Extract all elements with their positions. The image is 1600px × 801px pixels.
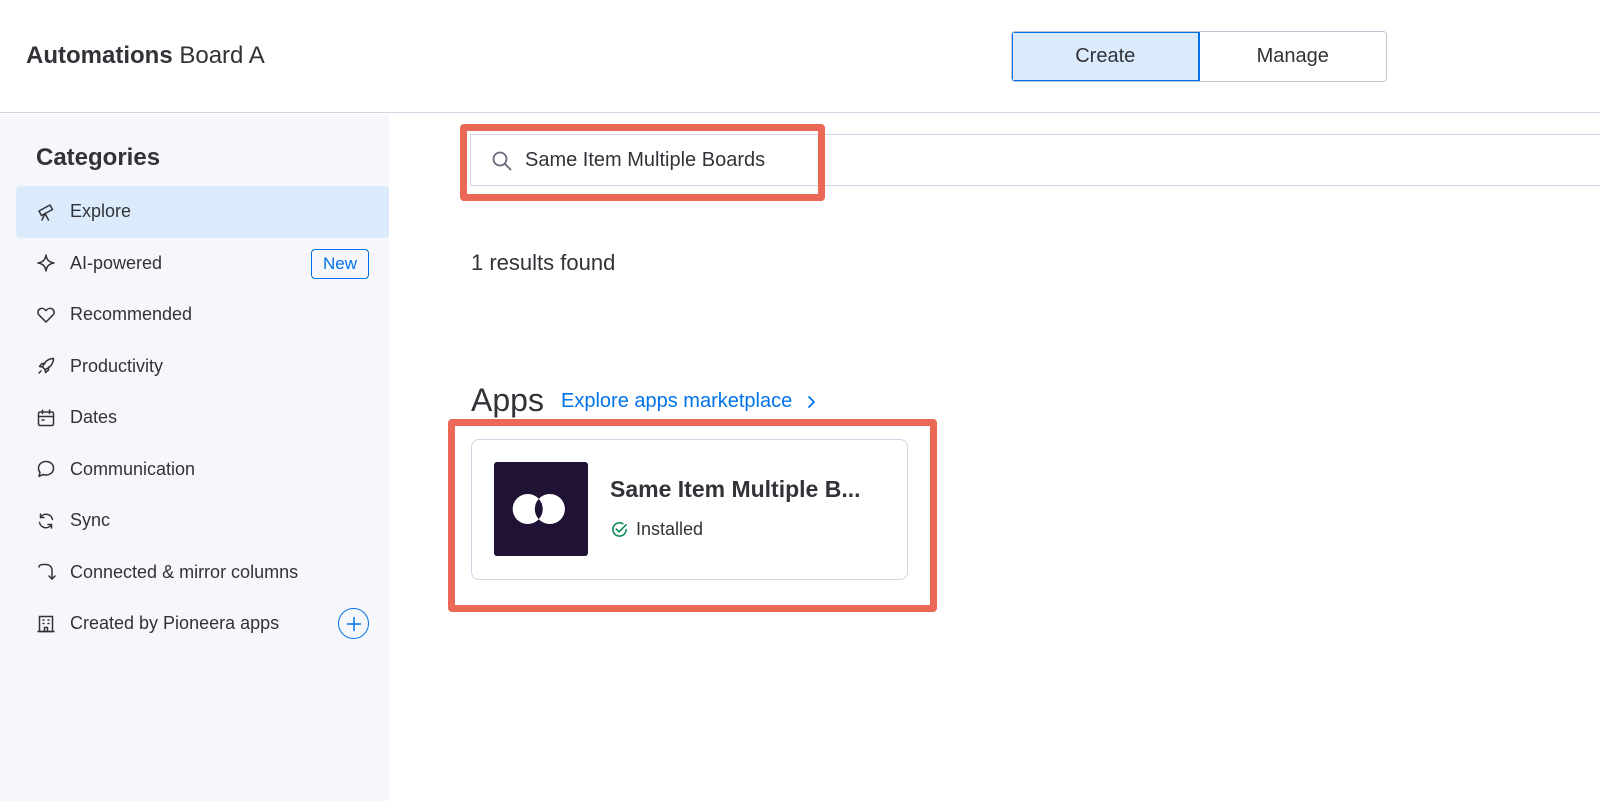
sidebar-item-label: Recommended [70, 304, 193, 325]
sidebar-item-dates[interactable]: Dates [16, 392, 389, 444]
category-list: Explore AI-powered New Recommended Produ… [16, 186, 389, 650]
sync-icon [36, 511, 56, 531]
sidebar-item-ai-powered[interactable]: AI-powered New [16, 238, 389, 290]
title-automations: Automations [26, 42, 173, 69]
sidebar-item-label: Sync [70, 510, 111, 531]
building-icon [36, 614, 56, 634]
sidebar-item-communication[interactable]: Communication [16, 444, 389, 496]
chat-bubble-icon [36, 459, 56, 479]
explore-apps-marketplace-label: Explore apps marketplace [561, 390, 793, 412]
chevron-right-icon [808, 395, 816, 408]
add-category-button[interactable] [338, 608, 369, 639]
curved-arrow-icon [36, 562, 56, 582]
create-manage-toggle: Create Manage [1011, 31, 1387, 82]
sidebar: Categories Explore AI-powered New Recomm… [0, 114, 389, 801]
page-title: Automations Board A [26, 40, 265, 72]
sidebar-item-label: Dates [70, 407, 118, 428]
sidebar-item-recommended[interactable]: Recommended [16, 289, 389, 341]
heart-icon [36, 305, 56, 325]
categories-heading: Categories [36, 144, 161, 171]
new-badge: New [310, 248, 369, 279]
sidebar-item-connected-mirror-columns[interactable]: Connected & mirror columns [16, 547, 389, 599]
plus-icon [346, 616, 361, 631]
search-icon [492, 151, 512, 171]
title-board-name: Board A [179, 42, 265, 69]
search-bar [470, 134, 1600, 186]
sidebar-item-productivity[interactable]: Productivity [16, 341, 389, 393]
app-logo-icon [494, 462, 588, 556]
app-name: Same Item Multiple B... [610, 476, 861, 502]
sidebar-item-label: Productivity [70, 355, 164, 376]
explore-apps-marketplace-link[interactable]: Explore apps marketplace [561, 390, 816, 413]
sidebar-item-label: AI-powered [70, 252, 163, 273]
search-input[interactable] [523, 143, 1123, 177]
rocket-icon [36, 356, 56, 376]
check-circle-icon [612, 522, 627, 537]
sidebar-item-sync[interactable]: Sync [16, 495, 389, 547]
sidebar-item-explore[interactable]: Explore [16, 186, 389, 238]
sidebar-item-created-by-pioneera[interactable]: Created by Pioneera apps [16, 598, 389, 650]
app-card[interactable]: Same Item Multiple B... Installed [471, 439, 908, 580]
sidebar-item-label: Communication [70, 458, 196, 479]
tab-manage[interactable]: Manage [1199, 32, 1386, 81]
telescope-icon [36, 202, 56, 222]
installed-status: Installed [610, 519, 703, 540]
installed-label: Installed [636, 519, 704, 539]
tab-create[interactable]: Create [1012, 32, 1200, 81]
calendar-icon [36, 408, 56, 428]
results-count: 1 results found [471, 250, 616, 275]
sidebar-item-label: Explore [70, 201, 132, 222]
sparkle-icon [36, 253, 56, 273]
sidebar-item-label: Created by Pioneera apps [70, 613, 280, 634]
sidebar-item-label: Connected & mirror columns [70, 561, 299, 582]
header: Automations Board A Create Manage [0, 0, 1600, 113]
apps-heading: Apps [471, 382, 544, 418]
